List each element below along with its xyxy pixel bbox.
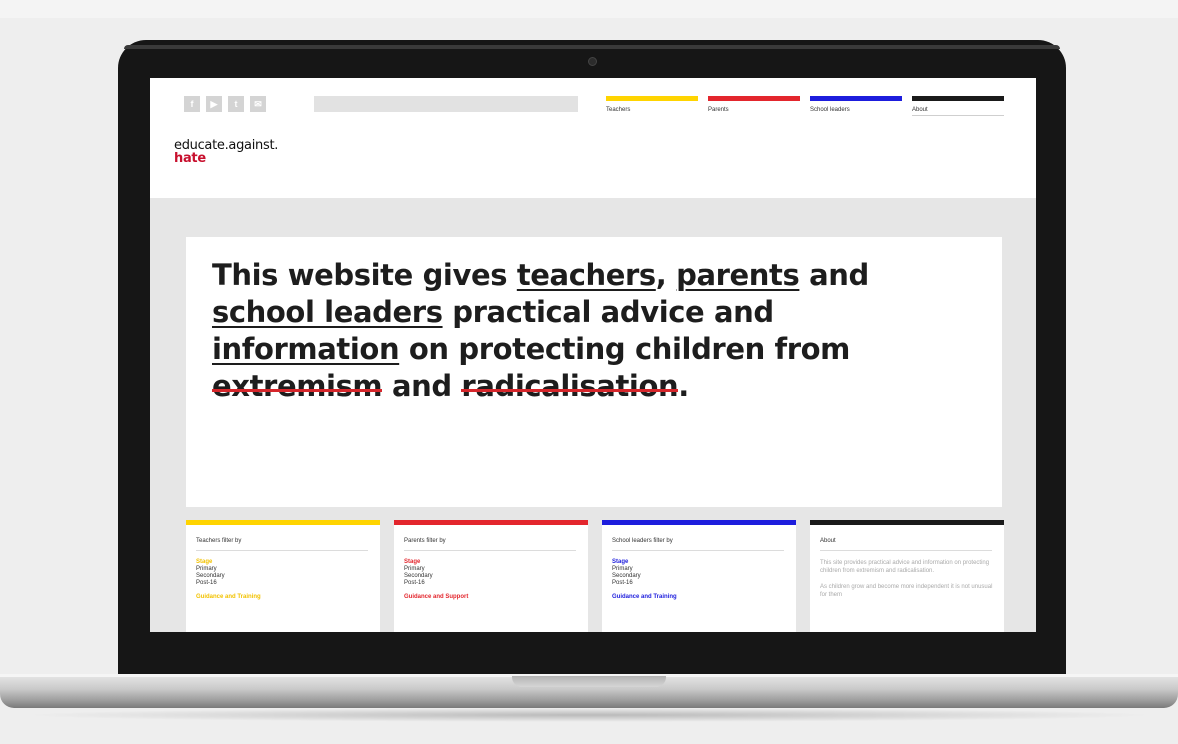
nav-teachers[interactable]: Teachers [606, 96, 698, 113]
parents-link[interactable]: parents [676, 258, 800, 292]
hero-text: This website gives [212, 258, 517, 292]
hero-text: on protecting children from [399, 332, 851, 366]
card-title: School leaders filter by [612, 538, 784, 551]
hero-panel: This website gives teachers, parents and… [186, 237, 1002, 507]
logo-line2: hate [174, 151, 206, 166]
nav-label: About [912, 107, 928, 113]
site-logo[interactable]: educate.against. hate [174, 139, 278, 165]
card-teachers: Teachers filter by Stage Primary Seconda… [186, 520, 380, 632]
filter-cards: Teachers filter by Stage Primary Seconda… [186, 520, 1004, 632]
camera-icon [588, 57, 597, 66]
card-title: Parents filter by [404, 538, 576, 551]
filter-post16[interactable]: Post-16 [404, 580, 588, 586]
nav-label: Parents [708, 107, 729, 113]
card-section-stage[interactable]: Stage [612, 559, 796, 565]
radicalisation-strike: radicalisation [461, 369, 679, 403]
card-title: Teachers filter by [196, 538, 368, 551]
nav-label: School leaders [810, 107, 850, 113]
email-icon[interactable]: ✉ [250, 96, 266, 112]
laptop-notch [512, 676, 666, 687]
header-bar [314, 96, 578, 112]
card-school-leaders: School leaders filter by Stage Primary S… [602, 520, 796, 632]
school-leaders-link[interactable]: school leaders [212, 295, 443, 329]
hero-text: . [678, 369, 689, 403]
youtube-icon[interactable]: ▶ [206, 96, 222, 112]
nav-school-leaders[interactable]: School leaders [810, 96, 902, 113]
twitter-icon[interactable]: t [228, 96, 244, 112]
card-section-stage[interactable]: Stage [196, 559, 380, 565]
filter-secondary[interactable]: Secondary [612, 573, 796, 579]
hero-text: and [799, 258, 869, 292]
nav-parents[interactable]: Parents [708, 96, 800, 113]
filter-secondary[interactable]: Secondary [196, 573, 380, 579]
teachers-link[interactable]: teachers [517, 258, 656, 292]
card-about: About This site provides practical advic… [810, 520, 1004, 632]
nav-label: Teachers [606, 107, 631, 113]
about-text: This site provides practical advice and … [820, 560, 990, 574]
about-text: As children grow and become more indepen… [820, 584, 993, 598]
card-section-guidance[interactable]: Guidance and Training [196, 594, 380, 600]
filter-post16[interactable]: Post-16 [612, 580, 796, 586]
filter-post16[interactable]: Post-16 [196, 580, 380, 586]
extremism-strike: extremism [212, 369, 383, 403]
card-section-guidance[interactable]: Guidance and Training [612, 594, 796, 600]
filter-primary[interactable]: Primary [196, 566, 380, 572]
card-parents: Parents filter by Stage Primary Secondar… [394, 520, 588, 632]
hero-text: , [655, 258, 677, 292]
screen: f ▶ t ✉ educate.against. hate Teachers P… [150, 78, 1036, 632]
information-link[interactable]: information [212, 332, 400, 366]
card-section-guidance[interactable]: Guidance and Support [404, 594, 588, 600]
card-section-stage[interactable]: Stage [404, 559, 588, 565]
filter-primary[interactable]: Primary [404, 566, 588, 572]
card-title: About [820, 538, 992, 551]
hero-statement: This website gives teachers, parents and… [212, 257, 972, 405]
filter-secondary[interactable]: Secondary [404, 573, 588, 579]
nav-about[interactable]: About [912, 96, 1004, 116]
hero-text: practical advice and [442, 295, 774, 329]
hero-text: and [382, 369, 462, 403]
facebook-icon[interactable]: f [184, 96, 200, 112]
site-header: f ▶ t ✉ educate.against. hate Teachers P… [150, 78, 1036, 198]
social-links: f ▶ t ✉ [184, 96, 266, 112]
filter-primary[interactable]: Primary [612, 566, 796, 572]
